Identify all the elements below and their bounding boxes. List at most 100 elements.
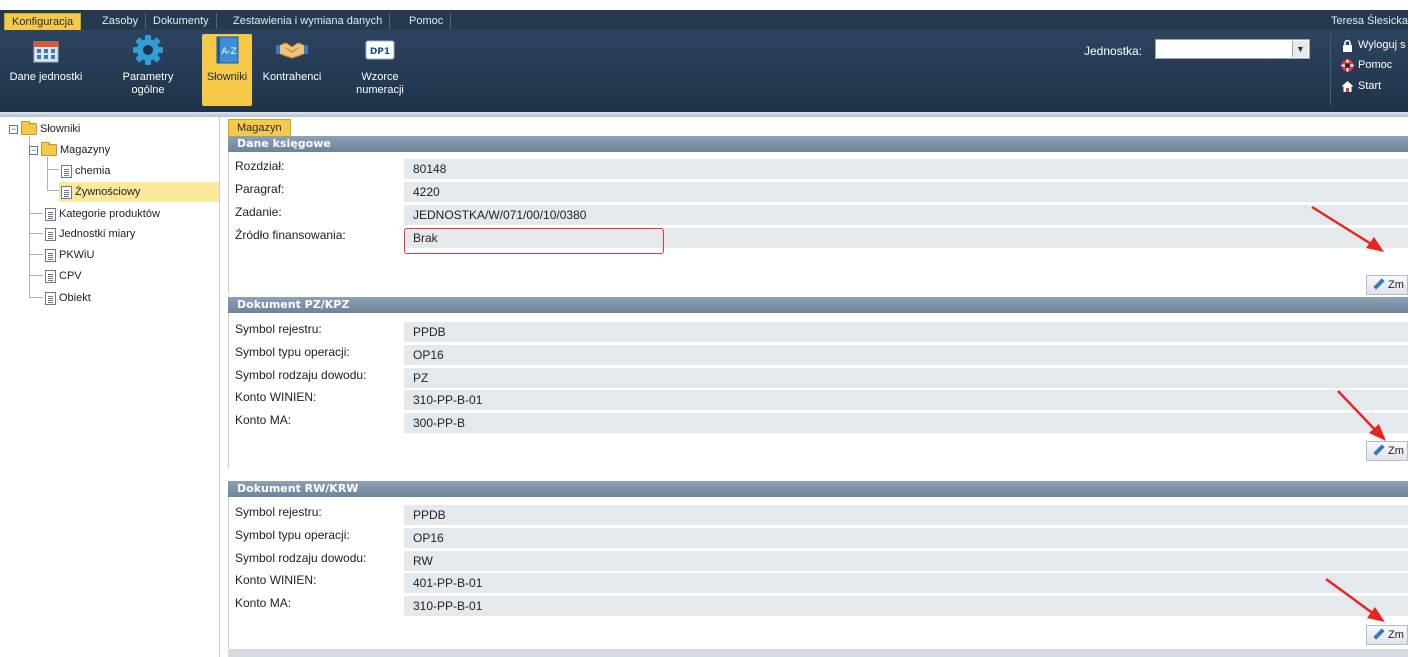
document-icon [61, 185, 72, 199]
field-label: Konto MA: [235, 596, 292, 610]
gear-icon [132, 34, 164, 66]
menu-tab-konfiguracja[interactable]: Konfiguracja [4, 13, 82, 30]
folder-open-icon [21, 121, 37, 136]
document-icon [45, 248, 56, 262]
field-label: Symbol rodzaju dowodu: [235, 551, 367, 565]
folder-open-icon [41, 142, 57, 157]
panel-body: Rozdział: 80148 Paragraf: 4220 Zadanie: … [228, 152, 1408, 295]
menu-tab-zestawienia[interactable]: Zestawienia i wymiana danych [226, 13, 391, 29]
edit-button-label: Zm [1388, 279, 1404, 291]
field-value: PPDB [404, 322, 1408, 342]
field-label: Symbol rodzaju dowodu: [235, 368, 367, 382]
document-icon [45, 291, 56, 305]
tree-item-obiekt[interactable]: Obiekt [45, 288, 91, 308]
panel-dokument-rw-krw: Dokument RW/KRW Symbol rejestru: PPDB Sy… [228, 481, 1408, 649]
annotation-highlight-box [404, 228, 664, 254]
svg-text:A-Z: A-Z [221, 47, 236, 57]
menu-tab-zasoby[interactable]: Zasoby [95, 13, 147, 29]
panel-title: Dokument RW/KRW [228, 481, 1408, 497]
tree-item-pkwiu[interactable]: PKWiU [45, 245, 94, 265]
tree-item-label: Żywnościowy [75, 186, 141, 198]
lock-icon [1341, 39, 1354, 52]
tree-item-chemia[interactable]: chemia [61, 161, 110, 181]
toolbar-button-wzorce-numeracji[interactable]: DP1 Wzorce numeracji [340, 34, 420, 106]
tree-item-jednostki-miary[interactable]: Jednostki miary [45, 224, 135, 244]
tree-item-label: Kategorie produktów [59, 208, 160, 220]
toolbar-button-label: Parametry ogólne [122, 71, 174, 96]
tree-item-magazyny[interactable]: − Magazyny [29, 140, 110, 160]
field-label: Źródło finansowania: [235, 228, 346, 242]
home-icon [1341, 80, 1354, 93]
tree-item-label: chemia [75, 165, 111, 177]
menu-tab-pomoc[interactable]: Pomoc [402, 13, 452, 29]
edit-button-dane-ksiegowe[interactable]: Zm [1366, 275, 1408, 295]
field-label: Symbol typu operacji: [235, 345, 350, 359]
field-value: PZ [404, 368, 1408, 388]
tree-item-kategorie-produktow[interactable]: Kategorie produktów [45, 204, 160, 224]
unit-select[interactable]: ▼ [1155, 39, 1310, 59]
toolbar-button-dane-jednostki[interactable]: Dane jednostki [4, 34, 88, 106]
field-value: 310-PP-B-01 [404, 390, 1408, 410]
edit-button-dokument-pz[interactable]: Zm [1366, 441, 1408, 461]
logout-link[interactable]: Wyloguj s [1341, 37, 1406, 53]
menu-bar: Konfiguracja Zasoby Dokumenty Zestawieni… [0, 0, 1408, 30]
field-value: PPDB [404, 505, 1408, 525]
toolbar: Dane jednostki Parametry ogólne A-Z Słow… [0, 30, 1408, 112]
panel-dane-ksiegowe: Dane księgowe Rozdział: 80148 Paragraf: … [228, 136, 1408, 295]
field-value: 401-PP-B-01 [404, 573, 1408, 593]
document-icon [61, 164, 72, 178]
panel-body: Symbol rejestru: PPDB Symbol typu operac… [228, 497, 1408, 649]
document-icon [45, 227, 56, 241]
toolbar-button-kontrahenci[interactable]: Kontrahenci [260, 34, 324, 106]
field-value: 80148 [404, 159, 1408, 179]
toolbar-separator [1330, 34, 1331, 106]
field-label: Paragraf: [235, 182, 285, 196]
menu-tab-dokumenty[interactable]: Dokumenty [146, 13, 217, 29]
start-label: Start [1358, 80, 1382, 92]
tree-item-label: Słowniki [40, 123, 81, 135]
chevron-down-icon[interactable]: ▼ [1292, 41, 1308, 57]
collapse-icon[interactable]: − [9, 124, 18, 134]
lifebuoy-icon [1341, 59, 1354, 72]
field-value: 310-PP-B-01 [404, 596, 1408, 616]
field-row-symbol-rejestru: Symbol rejestru: PPDB [229, 503, 1408, 525]
pencil-icon [1373, 628, 1385, 640]
pencil-icon [1373, 444, 1385, 456]
help-label: Pomoc [1358, 59, 1393, 71]
toolbar-button-slowniki[interactable]: A-Z Słowniki [202, 34, 252, 106]
tree-item-slowniki[interactable]: − Słowniki [9, 119, 80, 139]
field-row-symbol-rejestru: Symbol rejestru: PPDB [229, 320, 1408, 342]
numbering-icon: DP1 [364, 34, 396, 66]
tree-item-cpv[interactable]: CPV [45, 266, 82, 286]
field-row-symbol-rodzaju-dowodu: Symbol rodzaju dowodu: RW [229, 549, 1408, 571]
field-value: OP16 [404, 345, 1408, 365]
tree-item-zywnosciowy[interactable]: Żywnościowy [59, 182, 219, 202]
tab-magazyn[interactable]: Magazyn [228, 119, 291, 136]
tree-item-label: CPV [59, 270, 82, 282]
toolbar-button-label: Kontrahenci [262, 71, 322, 83]
field-row-zadanie: Zadanie: JEDNOSTKA/W/071/00/10/0380 [229, 203, 1408, 225]
field-label: Rozdział: [235, 159, 285, 173]
building-icon [30, 34, 62, 66]
horizontal-scrollbar[interactable] [228, 649, 1408, 657]
field-label: Symbol rejestru: [235, 505, 322, 519]
field-row-paragraf: Paragraf: 4220 [229, 180, 1408, 202]
toolbar-button-parametry[interactable]: Parametry ogólne [114, 34, 182, 106]
tree-item-label: Jednostki miary [59, 228, 136, 240]
edit-button-dokument-rw[interactable]: Zm [1366, 625, 1408, 645]
collapse-icon[interactable]: − [29, 145, 38, 155]
edit-button-label: Zm [1388, 445, 1404, 457]
help-link[interactable]: Pomoc [1341, 57, 1392, 73]
field-row-symbol-rodzaju-dowodu: Symbol rodzaju dowodu: PZ [229, 366, 1408, 388]
start-link[interactable]: Start [1341, 78, 1381, 94]
field-row-konto-ma: Konto MA: 300-PP-B [229, 411, 1408, 433]
field-label: Konto WINIEN: [235, 390, 317, 404]
user-name: Teresa Ślesicka [1330, 15, 1408, 27]
field-row-rozdzial: Rozdział: 80148 [229, 157, 1408, 179]
panel-dokument-pz-kpz: Dokument PZ/KPZ Symbol rejestru: PPDB Sy… [228, 297, 1408, 469]
field-label: Zadanie: [235, 205, 282, 219]
field-value: JEDNOSTKA/W/071/00/10/0380 [404, 205, 1408, 225]
tree-item-label: Magazyny [60, 144, 111, 156]
numbering-icon-text: DP1 [370, 47, 390, 57]
field-value: RW [404, 551, 1408, 571]
